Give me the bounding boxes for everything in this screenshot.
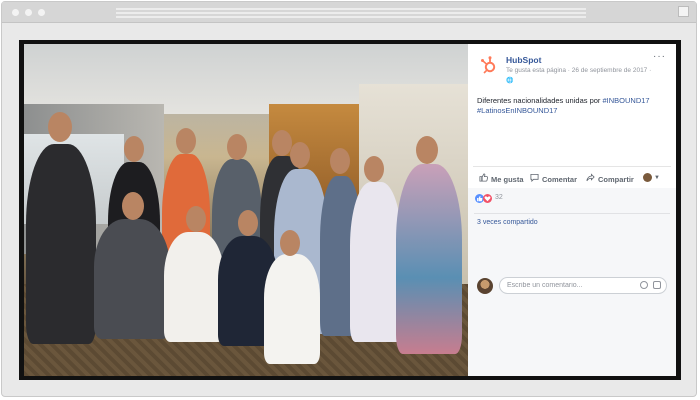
minimize-window-dot[interactable] bbox=[25, 9, 32, 16]
person-head bbox=[124, 136, 144, 162]
share-arrow-icon bbox=[586, 173, 595, 184]
share-label: Compartir bbox=[598, 175, 634, 184]
person-head bbox=[272, 130, 292, 156]
person-head bbox=[186, 206, 206, 232]
thumbs-up-icon bbox=[479, 173, 488, 184]
emoji-icon[interactable] bbox=[640, 281, 648, 289]
close-window-dot[interactable] bbox=[12, 9, 19, 16]
person-head bbox=[122, 192, 144, 220]
person-figure bbox=[350, 182, 402, 342]
shares-count-link[interactable]: 3 veces compartido bbox=[477, 219, 538, 226]
person-head bbox=[176, 128, 196, 154]
comment-button[interactable]: Comentar bbox=[530, 173, 577, 184]
person-figure bbox=[264, 254, 320, 364]
person-head bbox=[280, 230, 300, 256]
hubspot-logo-icon[interactable] bbox=[478, 54, 500, 76]
audience-selector[interactable]: ▼ bbox=[643, 172, 660, 182]
comment-input[interactable] bbox=[507, 280, 625, 291]
globe-icon[interactable]: 🌐 bbox=[506, 77, 513, 84]
maximize-window-dot[interactable] bbox=[38, 9, 45, 16]
window-square-button[interactable] bbox=[678, 6, 689, 17]
comment-box[interactable] bbox=[499, 277, 667, 294]
person-figure bbox=[164, 232, 224, 342]
sticker-icon[interactable] bbox=[653, 281, 661, 289]
page-name-link[interactable]: HubSpot bbox=[506, 55, 541, 65]
post-actions-bar: Me gusta Comentar Compartir ▼ bbox=[473, 166, 671, 188]
person-figure bbox=[94, 219, 170, 339]
share-button[interactable]: Compartir bbox=[586, 173, 634, 184]
post-photo[interactable] bbox=[24, 44, 468, 376]
heart-reaction-icon bbox=[483, 194, 492, 203]
caret-down-icon: ▼ bbox=[654, 175, 660, 181]
post-side-panel: HubSpot ··· Te gusta esta página · 26 de… bbox=[468, 44, 676, 376]
avatar[interactable] bbox=[477, 278, 493, 294]
person-head bbox=[238, 210, 258, 236]
reactions-comments-area: 32 3 veces compartido bbox=[468, 188, 676, 376]
comment-composer bbox=[476, 276, 672, 296]
like-button[interactable]: Me gusta bbox=[479, 173, 524, 184]
person-head bbox=[227, 134, 247, 160]
post-meta-text: Te gusta esta página · 26 de septiembre … bbox=[506, 67, 652, 74]
hashtag-link[interactable]: #INBOUND17 bbox=[603, 96, 650, 105]
reaction-count: 32 bbox=[495, 194, 503, 201]
like-label: Me gusta bbox=[491, 175, 524, 184]
person-head bbox=[364, 156, 384, 182]
person-head bbox=[290, 142, 310, 168]
post-text: Diferentes nacionalidades unidas por #IN… bbox=[477, 96, 672, 116]
more-options-icon[interactable]: ··· bbox=[653, 51, 666, 62]
post-text-body: Diferentes nacionalidades unidas por bbox=[477, 96, 603, 105]
person-head bbox=[48, 112, 72, 142]
hashtag-link[interactable]: #LatinosEnINBOUND17 bbox=[477, 106, 557, 115]
address-bar-placeholder bbox=[116, 7, 586, 18]
person-head bbox=[330, 148, 350, 174]
browser-titlebar bbox=[2, 2, 696, 23]
divider bbox=[474, 213, 670, 214]
comment-label: Comentar bbox=[542, 175, 578, 184]
speech-bubble-icon bbox=[530, 173, 539, 184]
person-head bbox=[416, 136, 438, 164]
audience-avatar bbox=[643, 172, 652, 182]
person-figure bbox=[26, 144, 96, 344]
person-figure bbox=[396, 164, 462, 354]
